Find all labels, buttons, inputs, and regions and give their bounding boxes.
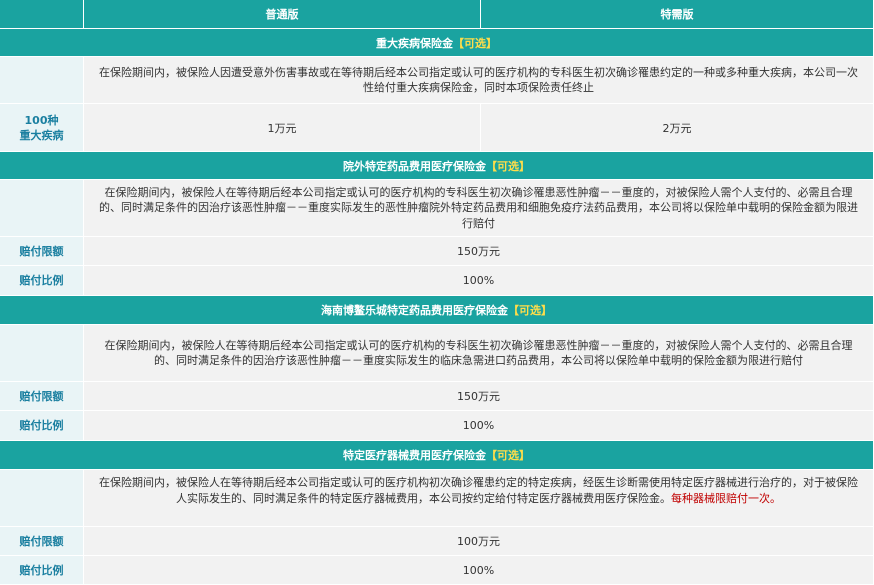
row-label-ratio: 赔付比例 — [0, 411, 84, 441]
ratio-row: 赔付比例 100% — [0, 266, 874, 296]
section-title-row: 重大疾病保险金 【可选】 — [0, 29, 874, 57]
row-label-limit: 赔付限额 — [0, 237, 84, 266]
row-label-empty — [0, 325, 84, 382]
optional-tag: 【可选】 — [508, 304, 552, 317]
standard-value: 1万元 — [84, 104, 481, 152]
section-title: 海南博鳌乐城特定药品费用医疗保险金 【可选】 — [0, 296, 874, 325]
description-row: 在保险期间内，被保险人因遭受意外伤害事故或在等待期后经本公司指定或认可的医疗机构… — [0, 57, 874, 104]
optional-tag: 【可选】 — [453, 36, 497, 50]
table-header-row: 普通版 特需版 — [0, 0, 874, 29]
ratio-value: 100% — [84, 411, 874, 441]
row-label-ratio: 赔付比例 — [0, 556, 84, 585]
section-title-text: 院外特定药品费用医疗保险金 — [343, 159, 486, 173]
description-text: 在保险期间内，被保险人在等待期后经本公司指定或认可的医疗机构的专科医生初次确诊罹… — [84, 325, 874, 382]
limit-value: 150万元 — [84, 237, 874, 266]
ratio-value: 100% — [84, 556, 874, 585]
ratio-row: 赔付比例 100% — [0, 556, 874, 585]
coverage-table: 普通版 特需版 重大疾病保险金 【可选】 在保险期间内，被保险人因遭受意外伤害事故… — [0, 0, 874, 585]
row-label-ratio: 赔付比例 — [0, 266, 84, 296]
row-label-limit: 赔付限额 — [0, 382, 84, 411]
limit-value: 100万元 — [84, 527, 874, 556]
description-row: 在保险期间内，被保险人在等待期后经本公司指定或认可的医疗机构的专科医生初次确诊罹… — [0, 180, 874, 237]
section-title: 院外特定药品费用医疗保险金 【可选】 — [0, 152, 874, 180]
header-special: 特需版 — [481, 0, 874, 29]
benefit-row: 100种 重大疾病 1万元 2万元 — [0, 104, 874, 152]
special-value: 2万元 — [481, 104, 874, 152]
description-row: 在保险期间内，被保险人在等待期后经本公司指定或认可的医疗机构初次确诊罹患约定的特… — [0, 470, 874, 527]
description-text: 在保险期间内，被保险人在等待期后经本公司指定或认可的医疗机构的专科医生初次确诊罹… — [84, 180, 874, 237]
description-text: 在保险期间内，被保险人因遭受意外伤害事故或在等待期后经本公司指定或认可的医疗机构… — [84, 57, 874, 104]
limit-row: 赔付限额 150万元 — [0, 382, 874, 411]
limit-value: 150万元 — [84, 382, 874, 411]
section-title-row: 海南博鳌乐城特定药品费用医疗保险金 【可选】 — [0, 296, 874, 325]
row-label-empty — [0, 470, 84, 527]
section-title-row: 院外特定药品费用医疗保险金 【可选】 — [0, 152, 874, 180]
row-label-empty — [0, 180, 84, 237]
header-corner — [0, 0, 84, 29]
ratio-row: 赔付比例 100% — [0, 411, 874, 441]
ratio-value: 100% — [84, 266, 874, 296]
header-standard: 普通版 — [84, 0, 481, 29]
row-label-empty — [0, 57, 84, 104]
section-title-text: 特定医疗器械费用医疗保险金 — [343, 449, 486, 462]
optional-tag: 【可选】 — [486, 159, 530, 173]
section-title: 重大疾病保险金 【可选】 — [0, 29, 874, 57]
row-label-limit: 赔付限额 — [0, 527, 84, 556]
device-note: 每种器械限赔付一次。 — [671, 491, 781, 505]
optional-tag: 【可选】 — [486, 449, 530, 462]
section-title-text: 重大疾病保险金 — [376, 36, 453, 50]
row-label-diseases: 100种 重大疾病 — [0, 104, 84, 152]
section-title: 特定医疗器械费用医疗保险金 【可选】 — [0, 441, 874, 470]
limit-row: 赔付限额 100万元 — [0, 527, 874, 556]
limit-row: 赔付限额 150万元 — [0, 237, 874, 266]
section-title-text: 海南博鳌乐城特定药品费用医疗保险金 — [321, 304, 508, 317]
description-row: 在保险期间内，被保险人在等待期后经本公司指定或认可的医疗机构的专科医生初次确诊罹… — [0, 325, 874, 382]
section-title-row: 特定医疗器械费用医疗保险金 【可选】 — [0, 441, 874, 470]
description-cell: 在保险期间内，被保险人在等待期后经本公司指定或认可的医疗机构初次确诊罹患约定的特… — [84, 470, 874, 527]
